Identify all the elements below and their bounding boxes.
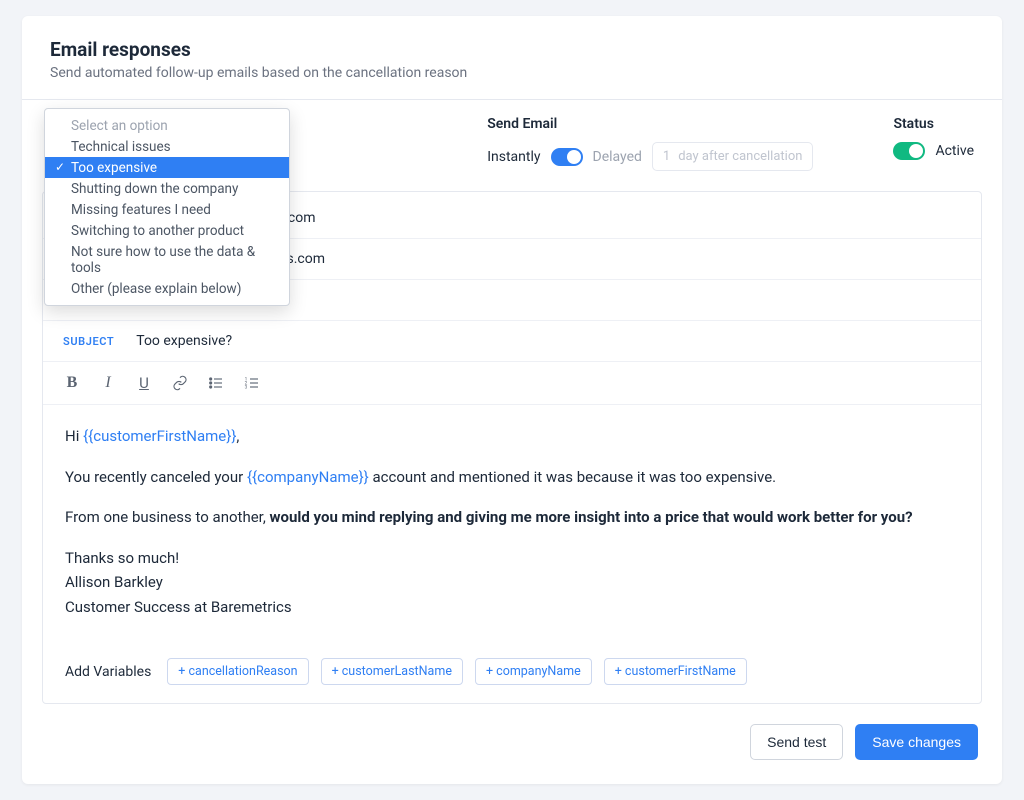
reason-option-5[interactable]: Not sure how to use the data & tools	[45, 241, 289, 278]
chip-company-name[interactable]: + companyName	[475, 658, 592, 685]
line2-post: account and mentioned it was because it …	[369, 468, 776, 486]
link-icon[interactable]	[171, 374, 189, 392]
status-label: Status	[893, 116, 974, 132]
svg-text:3: 3	[245, 384, 248, 390]
subject-value[interactable]: Too expensive?	[136, 333, 232, 349]
chip-customer-first-name[interactable]: + customerFirstName	[604, 658, 747, 685]
save-changes-button[interactable]: Save changes	[855, 724, 978, 760]
send-timing-toggle[interactable]	[551, 148, 583, 166]
status-toggle[interactable]	[893, 142, 925, 160]
bullet-list-icon[interactable]	[207, 374, 225, 392]
send-email-label: Send Email	[487, 116, 813, 132]
card-header: Email responses Send automated follow-up…	[22, 16, 1002, 100]
reason-option-0[interactable]: Technical issues	[45, 136, 289, 157]
email-body[interactable]: Hi {{customerFirstName}}, You recently c…	[43, 405, 981, 648]
italic-icon[interactable]: I	[99, 374, 117, 392]
line3-pre: From one business to another,	[65, 508, 270, 526]
line2-var: {{companyName}}	[247, 468, 369, 486]
numbered-list-icon[interactable]: 123	[243, 374, 261, 392]
delay-days-text: day after cancellation	[678, 149, 802, 164]
subject-row: SUBJECT Too expensive?	[43, 321, 981, 362]
thanks-line: Thanks so much!	[65, 547, 959, 570]
email-responses-card: Email responses Send automated follow-up…	[22, 16, 1002, 784]
bold-icon[interactable]: B	[63, 374, 81, 392]
reason-option-6[interactable]: Other (please explain below)	[45, 278, 289, 299]
subject-label: SUBJECT	[63, 335, 114, 348]
page-title: Email responses	[50, 38, 974, 61]
variables-label: Add Variables	[65, 664, 151, 680]
reason-dropdown[interactable]: Select an option Technical issues Too ex…	[44, 108, 290, 306]
reason-option-3[interactable]: Missing features I need	[45, 199, 289, 220]
reason-option-1[interactable]: Too expensive	[45, 157, 289, 178]
greeting-post: ,	[236, 427, 239, 445]
send-delayed-label: Delayed	[593, 149, 642, 165]
editor-toolbar: B I U 123	[43, 362, 981, 405]
send-instantly-label: Instantly	[487, 149, 540, 165]
delay-days-value: 1	[663, 149, 670, 164]
signature-name: Allison Barkley	[65, 571, 959, 594]
greeting-var: {{customerFirstName}}	[83, 427, 236, 445]
controls-row: Select an option Technical issues Too ex…	[22, 100, 1002, 191]
send-test-button[interactable]: Send test	[750, 724, 843, 760]
variables-row: Add Variables + cancellationReason + cus…	[43, 648, 981, 703]
line2-pre: You recently canceled your	[65, 468, 247, 486]
status-block: Status Active	[893, 116, 974, 171]
underline-icon[interactable]: U	[135, 374, 153, 392]
page-subtitle: Send automated follow-up emails based on…	[50, 65, 974, 81]
footer-actions: Send test Save changes	[22, 704, 1002, 764]
send-email-block: Send Email Instantly Delayed 1 day after…	[487, 116, 813, 171]
status-value: Active	[935, 143, 974, 159]
line3-bold: would you mind replying and giving me mo…	[270, 508, 913, 526]
delay-days-box: 1 day after cancellation	[652, 142, 814, 171]
reason-option-placeholder: Select an option	[45, 115, 289, 136]
chip-customer-last-name[interactable]: + customerLastName	[321, 658, 463, 685]
greeting-pre: Hi	[65, 427, 83, 445]
signature-role: Customer Success at Baremetrics	[65, 596, 959, 619]
chip-cancellation-reason[interactable]: + cancellationReason	[167, 658, 308, 685]
reason-option-4[interactable]: Switching to another product	[45, 220, 289, 241]
reason-option-2[interactable]: Shutting down the company	[45, 178, 289, 199]
